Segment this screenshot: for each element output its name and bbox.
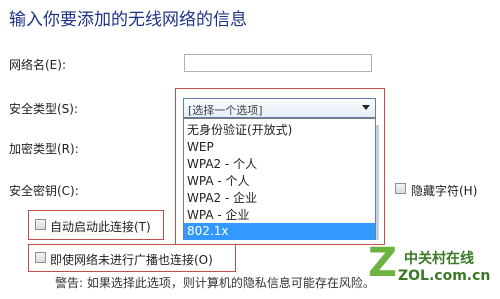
network-name-label: 网络名(E): <box>9 58 66 72</box>
option-8021x[interactable]: 802.1x <box>184 223 375 240</box>
non-broadcast-label: 即使网络未进行广播也连接(O) <box>50 253 213 267</box>
security-type-dropdown: 无身份验证(开放式) WEP WPA2 - 个人 WPA - 个人 WPA2 -… <box>183 118 376 240</box>
security-key-label: 安全密钥(C): <box>9 184 79 198</box>
hide-chars-checkbox[interactable] <box>395 183 406 194</box>
option-wpa-enterprise[interactable]: WPA - 企业 <box>184 207 375 224</box>
hide-chars-label: 隐藏字符(H) <box>411 184 478 198</box>
page-heading: 输入你要添加的无线网络的信息 <box>9 10 247 30</box>
zol-logo-en: ZOL.com.cn <box>398 268 491 284</box>
network-name-input[interactable] <box>184 54 372 72</box>
zol-logo-icon: Z <box>368 240 398 286</box>
option-wpa2-personal[interactable]: WPA2 - 个人 <box>184 156 375 173</box>
encryption-type-label: 加密类型(R): <box>9 142 79 156</box>
chevron-down-icon[interactable] <box>362 105 370 110</box>
zol-watermark: Z 中关村在线 ZOL.com.cn <box>364 242 500 299</box>
option-wpa-personal[interactable]: WPA - 个人 <box>184 173 375 190</box>
option-wep[interactable]: WEP <box>184 139 375 156</box>
warning-text: 警告: 如果选择此选项，则计算机的隐私信息可能存在风险。 <box>55 276 375 290</box>
zol-logo-cn: 中关村在线 <box>404 251 474 267</box>
security-type-selected: [选择一个选项] <box>188 104 263 117</box>
security-type-label: 安全类型(S): <box>9 102 79 116</box>
non-broadcast-checkbox[interactable] <box>35 252 46 263</box>
auto-connect-label: 自动启动此连接(T) <box>50 220 151 234</box>
security-type-select[interactable]: [选择一个选项] <box>183 98 376 118</box>
dropdown-scrollbar[interactable] <box>376 125 379 240</box>
option-wpa2-enterprise[interactable]: WPA2 - 企业 <box>184 190 375 207</box>
auto-connect-checkbox[interactable] <box>35 219 46 230</box>
option-open[interactable]: 无身份验证(开放式) <box>184 122 375 139</box>
